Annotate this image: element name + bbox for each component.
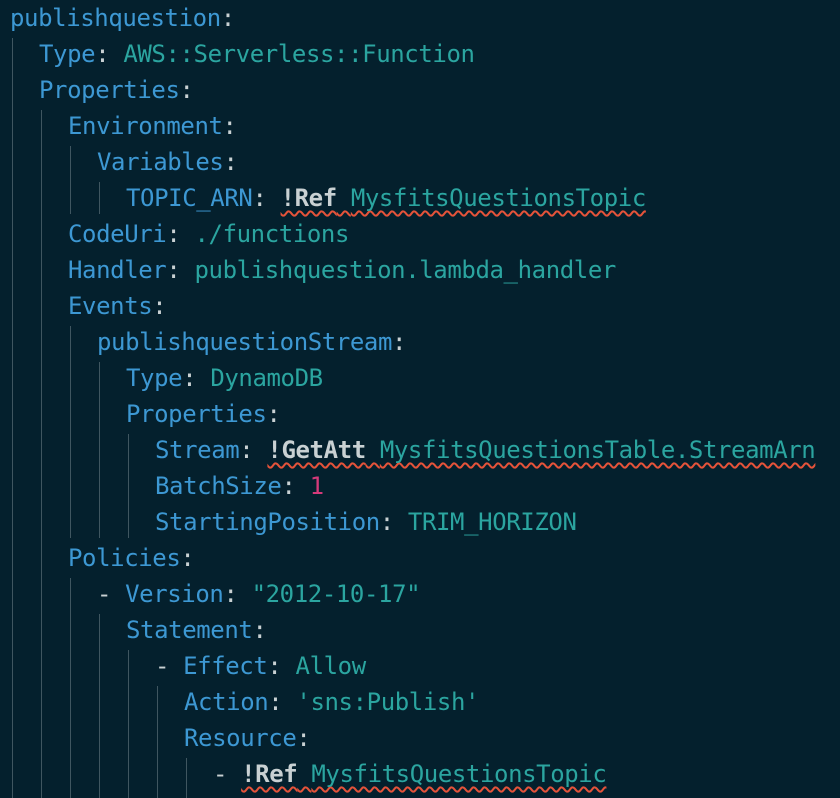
code-line[interactable]: publishquestionStream: [97, 324, 407, 360]
code-token: : [281, 472, 310, 500]
code-token-error [297, 760, 311, 788]
code-line[interactable]: Stream: !GetAtt MysfitsQuestionsTable.St… [155, 432, 816, 468]
code-token: : [166, 220, 195, 248]
indent-guide [128, 650, 129, 798]
code-line[interactable]: Properties: [126, 396, 281, 432]
code-line[interactable]: Action: 'sns:Publish' [184, 684, 479, 720]
code-token: : [252, 616, 267, 644]
code-line[interactable]: TOPIC_ARN: !Ref MysfitsQuestionsTopic [126, 180, 646, 216]
code-token: Version [125, 580, 224, 608]
indent-guide [70, 326, 71, 538]
indent-guide [70, 146, 71, 214]
code-line[interactable]: - !Ref MysfitsQuestionsTopic [213, 756, 607, 792]
code-token: Resource [184, 724, 297, 752]
code-token: : [182, 364, 211, 392]
code-token: "2012-10-17" [251, 580, 421, 608]
code-token-error: !Ref [241, 760, 298, 788]
indent-guide [70, 578, 71, 798]
code-token: Environment [68, 112, 223, 140]
indent-guide [41, 110, 42, 798]
code-token: : [220, 4, 235, 32]
code-token: TRIM_HORIZON [407, 508, 577, 536]
code-token: Type [39, 40, 96, 68]
indent-guide [99, 182, 100, 214]
code-line[interactable]: - Effect: Allow [155, 648, 366, 684]
code-token: : [180, 544, 195, 572]
code-token: : [266, 400, 281, 428]
code-token: : [268, 688, 297, 716]
code-token-error: MysfitsQuestionsTopic [311, 760, 607, 788]
code-line[interactable]: Policies: [68, 540, 195, 576]
code-token: : [252, 184, 281, 212]
code-token: CodeUri [68, 220, 167, 248]
code-line[interactable]: publishquestion: [10, 0, 235, 36]
code-line[interactable]: Type: AWS::Serverless::Function [39, 36, 475, 72]
code-token: : [223, 148, 238, 176]
code-token: publishquestionStream [97, 328, 393, 356]
code-line[interactable]: Properties: [39, 72, 194, 108]
code-token: Variables [97, 148, 224, 176]
code-line[interactable]: Environment: [68, 108, 237, 144]
code-token-error: !Ref [280, 184, 338, 212]
code-token: : [392, 328, 407, 356]
code-token: Action [184, 688, 269, 716]
code-token: Effect [183, 652, 268, 680]
code-token: 1 [309, 472, 324, 500]
code-line[interactable]: Resource: [184, 720, 311, 756]
code-line[interactable]: Variables: [97, 144, 238, 180]
indent-guide [12, 38, 13, 798]
code-editor[interactable]: publishquestion: Type: AWS::Serverless::F… [0, 0, 840, 798]
code-token: Stream [155, 436, 240, 464]
code-line[interactable]: Events: [68, 288, 167, 324]
indent-guide [186, 758, 187, 798]
code-line[interactable]: Statement: [126, 612, 267, 648]
code-line[interactable]: - Version: "2012-10-17" [97, 576, 421, 612]
code-token-error: MysfitsQuestionsTopic [350, 184, 646, 212]
code-token: Properties [126, 400, 267, 428]
code-line[interactable]: Handler: publishquestion.lambda_handler [68, 252, 616, 288]
code-token: : [379, 508, 408, 536]
indent-guide [128, 434, 129, 538]
code-token-error: MysfitsQuestionsTable.StreamArn [379, 436, 816, 464]
code-token: : [222, 112, 237, 140]
code-token: DynamoDB [210, 364, 323, 392]
code-token: : [267, 652, 296, 680]
code-token-error [337, 184, 351, 212]
indent-guide [157, 686, 158, 798]
code-token: publishquestion.lambda_handler [194, 256, 616, 284]
code-line[interactable]: BatchSize: 1 [155, 468, 324, 504]
code-line[interactable]: CodeUri: ./functions [68, 216, 349, 252]
code-token: Policies [68, 544, 181, 572]
code-token: Events [68, 292, 153, 320]
code-token: Statement [126, 616, 253, 644]
indent-guide [99, 362, 100, 538]
code-token: Properties [39, 76, 180, 104]
code-line[interactable]: Type: DynamoDB [126, 360, 323, 396]
code-line[interactable]: StartingPosition: TRIM_HORIZON [155, 504, 577, 540]
code-token: : [179, 76, 194, 104]
code-token: : [152, 292, 167, 320]
code-token: Allow [295, 652, 367, 680]
code-token: BatchSize [155, 472, 282, 500]
code-token: : [223, 580, 252, 608]
code-token: ./functions [194, 220, 350, 248]
code-token: 'sns:Publish' [296, 688, 480, 716]
code-token: : [166, 256, 195, 284]
code-token: : [296, 724, 311, 752]
code-token: AWS::Serverless::Function [123, 40, 475, 68]
code-token-error: !GetAtt [267, 436, 366, 464]
code-token-error [366, 436, 380, 464]
code-token: - [213, 760, 242, 788]
code-token: TOPIC_ARN [126, 184, 253, 212]
code-token: : [239, 436, 268, 464]
code-token: - [97, 580, 126, 608]
code-token: StartingPosition [155, 508, 380, 536]
code-token: publishquestion [10, 4, 221, 32]
code-token: - [155, 652, 184, 680]
indent-guide [99, 614, 100, 798]
code-token: Handler [68, 256, 167, 284]
code-token: Type [126, 364, 183, 392]
code-token: : [95, 40, 124, 68]
